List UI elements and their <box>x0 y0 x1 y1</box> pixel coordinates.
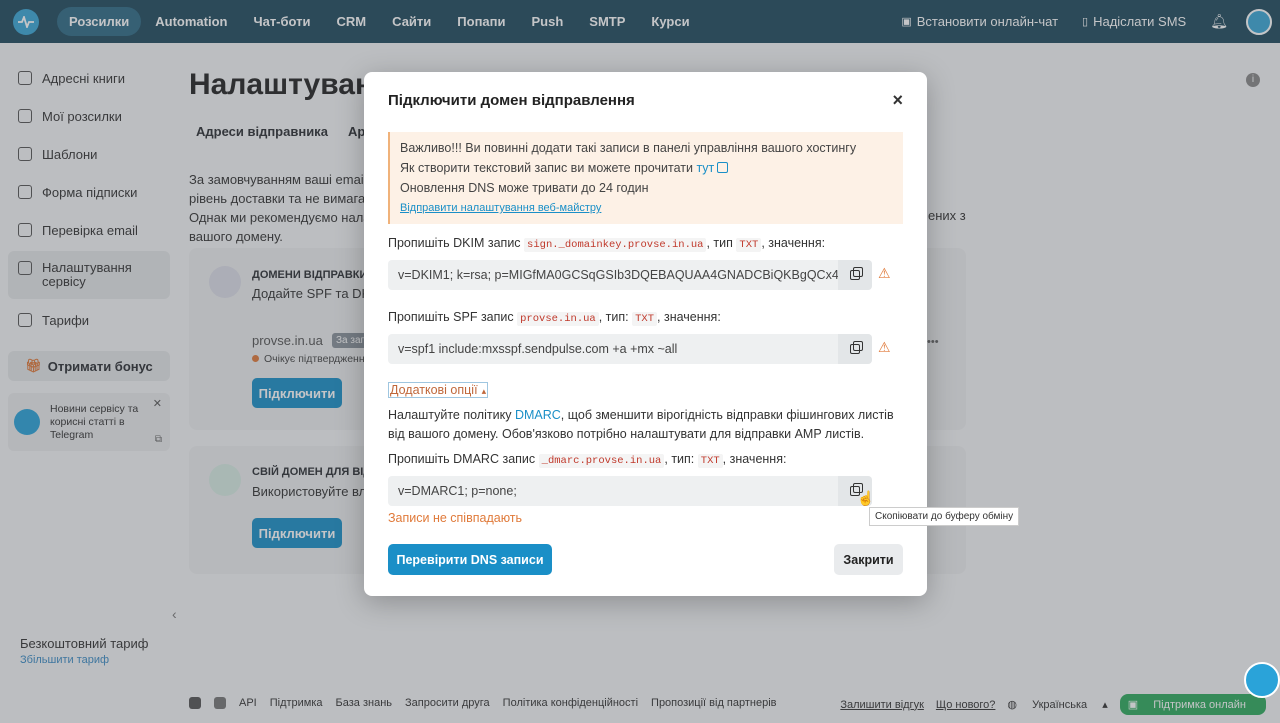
warning-icon: ⚠ <box>878 265 891 281</box>
modal-title: Підключити домен відправлення <box>388 92 635 109</box>
dmarc-label: Пропишіть DMARC запис _dmarc.provse.in.u… <box>388 452 787 468</box>
check-dns-button[interactable]: Перевірити DNS записи <box>388 544 552 575</box>
dkim-value: v=DKIM1; k=rsa; p=MIGfMA0GCSqGSIb3DQEBAQ… <box>398 268 842 282</box>
spf-value-field[interactable]: v=spf1 include:mxsspf.sendpulse.com +a +… <box>388 334 872 364</box>
dmarc-value: v=DMARC1; p=none; <box>398 484 517 498</box>
label-text: Пропишіть DMARC запис <box>388 452 536 466</box>
dkim-record-name: sign._domainkey.provse.in.ua <box>524 238 707 252</box>
label-text: , значення: <box>761 236 826 250</box>
connect-domain-modal: Підключити домен відправлення × Важливо!… <box>364 72 927 596</box>
copy-tooltip: Скопіювати до буферу обміну <box>869 507 1020 526</box>
label-text: , тип: <box>664 452 695 466</box>
label-text: , тип <box>706 236 733 250</box>
dmarc-link[interactable]: DMARC <box>515 408 561 422</box>
caret-up-icon: ▴ <box>481 386 487 396</box>
close-button[interactable]: Закрити <box>834 544 903 575</box>
additional-options-label: Додаткові опції <box>390 383 478 397</box>
hand-cursor-icon: ☝ <box>857 490 875 506</box>
notice-line: Оновлення DNS може тривати до 24 годин <box>400 181 649 195</box>
copy-icon <box>850 341 863 354</box>
copy-button[interactable] <box>838 334 872 364</box>
close-icon[interactable]: × <box>892 90 903 111</box>
dmarc-description: Налаштуйте політику DMARC, щоб зменшити … <box>388 406 903 444</box>
spf-record-name: provse.in.ua <box>517 312 599 326</box>
notice-line: Важливо!!! Ви повинні додати такі записи… <box>400 141 857 155</box>
label-text: Пропишіть SPF запис <box>388 310 514 324</box>
record-type: TXT <box>736 238 762 252</box>
notice-line: Як створити текстовий запис ви можете пр… <box>400 158 893 178</box>
label-text: , значення: <box>657 310 721 324</box>
spf-label: Пропишіть SPF запис provse.in.ua, тип: T… <box>388 310 721 326</box>
chat-widget-icon[interactable] <box>1244 662 1280 698</box>
record-type: TXT <box>632 312 658 326</box>
warning-icon: ⚠ <box>878 339 891 355</box>
dmarc-value-field[interactable]: v=DMARC1; p=none; <box>388 476 872 506</box>
additional-options-toggle[interactable]: Додаткові опції ▴ <box>388 382 489 398</box>
send-to-webmaster-link[interactable]: Відправити налаштування веб-майстру <box>400 198 893 218</box>
label-text: , значення: <box>722 452 787 466</box>
copy-button[interactable] <box>838 260 872 290</box>
label-text: Пропишіть DKIM запис <box>388 236 521 250</box>
dmarc-text: Налаштуйте політику <box>388 408 512 422</box>
dkim-label: Пропишіть DKIM запис sign._domainkey.pro… <box>388 236 826 252</box>
record-type: TXT <box>697 454 723 468</box>
external-link-icon <box>717 162 729 173</box>
copy-icon <box>850 267 863 280</box>
here-link[interactable]: тут <box>696 161 714 175</box>
notice-text: Як створити текстовий запис ви можете пр… <box>400 161 693 175</box>
records-mismatch-error: Записи не співпадають <box>388 511 523 525</box>
dkim-value-field[interactable]: v=DKIM1; k=rsa; p=MIGfMA0GCSqGSIb3DQEBAQ… <box>388 260 872 290</box>
dmarc-record-name: _dmarc.provse.in.ua <box>538 454 665 468</box>
spf-value: v=spf1 include:mxsspf.sendpulse.com +a +… <box>398 342 678 356</box>
important-notice: Важливо!!! Ви повинні додати такі записи… <box>388 132 903 224</box>
label-text: , тип: <box>598 310 629 324</box>
